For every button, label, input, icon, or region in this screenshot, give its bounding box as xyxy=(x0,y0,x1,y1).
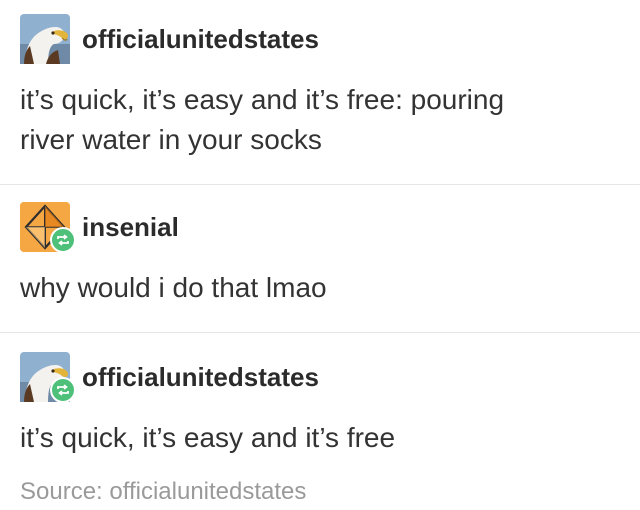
reblog-icon xyxy=(50,377,76,403)
post-1-body-line-2: river water in your socks xyxy=(20,124,322,155)
post-divider xyxy=(0,332,640,333)
eagle-avatar-icon[interactable] xyxy=(20,14,70,64)
post-1-author[interactable]: officialunitedstates xyxy=(20,14,319,64)
orange-diamond-avatar-icon[interactable] xyxy=(20,202,76,253)
post-3-username[interactable]: officialunitedstates xyxy=(82,362,319,393)
post-2-body: why would i do that lmao xyxy=(20,268,620,308)
post-3-body: it’s quick, it’s easy and it’s free xyxy=(20,418,620,458)
source-link[interactable]: Source: officialunitedstates xyxy=(20,478,306,506)
post-1-body-line-1: it’s quick, it’s easy and it’s free: pou… xyxy=(20,84,505,115)
post-2-username[interactable]: insenial xyxy=(82,212,179,243)
eagle-avatar-icon[interactable] xyxy=(20,352,76,403)
post-1: officialunitedstates it’s quick, it’s ea… xyxy=(0,0,640,180)
post-2-body-line-1: why would i do that lmao xyxy=(20,272,327,303)
post-1-username[interactable]: officialunitedstates xyxy=(82,24,319,55)
post-2: insenial why would i do that lmao xyxy=(0,186,640,332)
post-3-body-line-1: it’s quick, it’s easy and it’s free xyxy=(20,422,396,453)
post-3-author[interactable]: officialunitedstates xyxy=(20,352,319,403)
post-2-author[interactable]: insenial xyxy=(20,202,179,253)
post-divider xyxy=(0,184,640,185)
post-1-body: it’s quick, it’s easy and it’s free: pou… xyxy=(20,80,620,160)
reblog-icon xyxy=(50,227,76,253)
